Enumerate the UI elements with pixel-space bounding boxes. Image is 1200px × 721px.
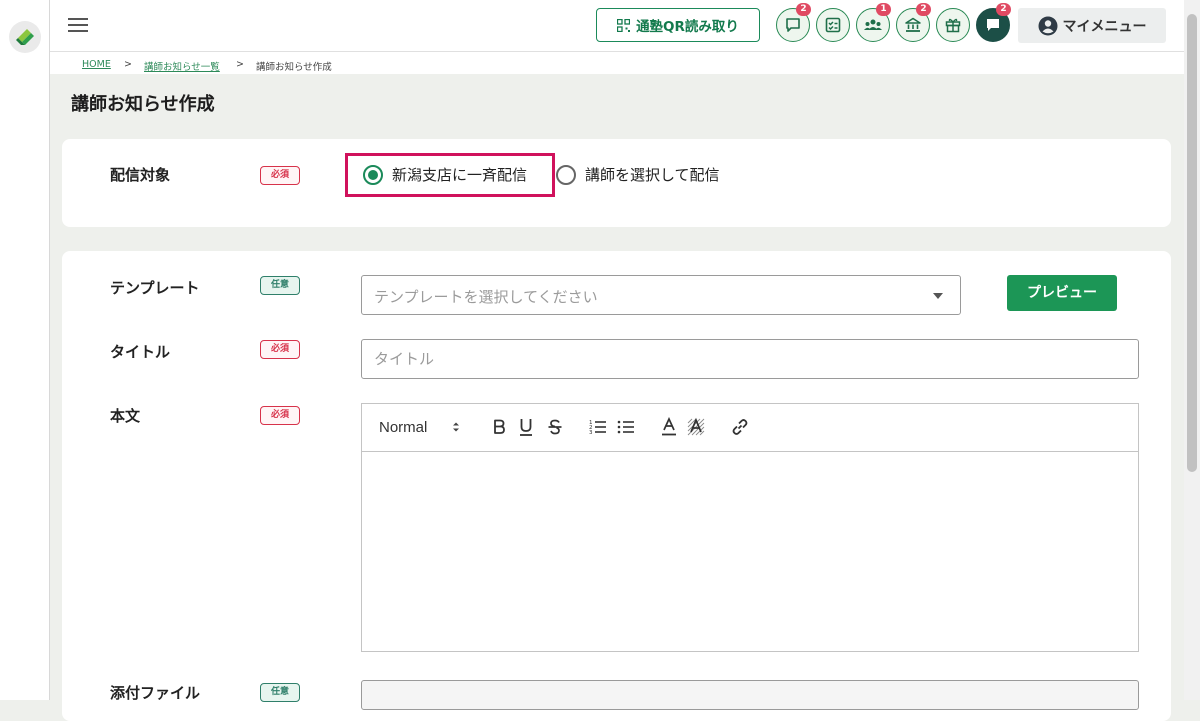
- format-select[interactable]: Normal: [379, 416, 469, 438]
- preview-button[interactable]: プレビュー: [1007, 275, 1117, 311]
- checklist-icon: [825, 17, 841, 33]
- highlight-color-button[interactable]: [685, 416, 707, 438]
- left-rail: [0, 0, 50, 700]
- chat-bubble-button[interactable]: 2: [776, 3, 811, 42]
- qr-scan-button[interactable]: 通塾QR読み取り: [596, 8, 760, 42]
- editor-body[interactable]: [362, 452, 1138, 651]
- message-icon: [987, 19, 999, 31]
- highlight-box: [345, 153, 555, 197]
- strikethrough-icon: [548, 419, 562, 435]
- up-down-arrows-icon: [453, 422, 459, 432]
- my-menu-label: マイメニュー: [1062, 18, 1147, 35]
- bold-icon: [494, 419, 505, 434]
- optional-tag: 任意: [260, 683, 300, 702]
- bullet-list-icon: [617, 420, 634, 434]
- chat-bubble-icon: [786, 18, 800, 32]
- highlight-color-icon: [687, 417, 705, 436]
- breadcrumb-current: 講師お知らせ作成: [256, 62, 332, 73]
- underline-button[interactable]: [515, 416, 537, 438]
- message-button[interactable]: 2: [976, 3, 1011, 42]
- top-bar: 通塾QR読み取り 2 1 2 2 マイメニュー: [50, 0, 1184, 52]
- account-circle-icon: [1038, 16, 1057, 35]
- bank-button[interactable]: 2: [896, 3, 931, 42]
- chat-badge: 2: [796, 3, 811, 16]
- underline-icon: [520, 419, 532, 436]
- link-button[interactable]: [729, 416, 751, 438]
- target-label: 配信対象: [110, 166, 171, 184]
- breadcrumb-separator: >: [124, 59, 132, 70]
- ordered-list-button[interactable]: 1 2 3: [587, 416, 609, 438]
- scrollbar-thumb[interactable]: [1187, 14, 1197, 472]
- checklist-button[interactable]: [816, 8, 850, 42]
- file-upload-field[interactable]: [361, 680, 1139, 710]
- bullet-list-button[interactable]: [615, 416, 637, 438]
- body-label: 本文: [110, 407, 141, 425]
- ordered-list-icon: 1 2 3: [589, 420, 606, 436]
- title-label: タイトル: [110, 343, 171, 361]
- svg-text:3: 3: [589, 430, 593, 436]
- link-icon: [732, 419, 748, 435]
- hamburger-menu-icon[interactable]: [68, 17, 88, 33]
- optional-tag: 任意: [260, 276, 300, 295]
- template-label: テンプレート: [110, 279, 200, 297]
- breadcrumb-home-link[interactable]: HOME: [82, 59, 111, 70]
- text-color-icon: [662, 417, 676, 436]
- required-tag: 必須: [260, 340, 300, 359]
- qr-scan-label: 通塾QR読み取り: [636, 19, 739, 35]
- breadcrumb: HOME > 講師お知らせ一覧 > 講師お知らせ作成: [50, 52, 1184, 74]
- bank-icon: [905, 17, 921, 32]
- editor-toolbar: Normal 1 2 3: [362, 404, 1138, 452]
- people-badge: 1: [876, 3, 891, 16]
- rich-text-editor: Normal 1 2 3: [361, 403, 1139, 652]
- radio-select-teachers[interactable]: 講師を選択して配信: [556, 164, 720, 185]
- template-placeholder: テンプレートを選択してください: [374, 288, 598, 306]
- required-tag: 必須: [260, 166, 300, 185]
- required-tag: 必須: [260, 406, 300, 425]
- gift-button[interactable]: [936, 8, 970, 42]
- radio-label: 講師を選択して配信: [585, 166, 720, 184]
- qr-code-icon: [617, 18, 631, 32]
- template-select[interactable]: テンプレートを選択してください: [361, 275, 961, 315]
- bold-button[interactable]: [488, 416, 510, 438]
- chevron-down-icon: [933, 293, 943, 299]
- app-logo-icon[interactable]: [9, 21, 41, 53]
- title-input[interactable]: [361, 339, 1139, 379]
- page-title: 講師お知らせ作成: [71, 94, 215, 115]
- message-badge: 2: [996, 3, 1011, 16]
- my-menu-button[interactable]: マイメニュー: [1018, 8, 1166, 43]
- people-button[interactable]: 1: [856, 3, 891, 42]
- format-select-value: Normal: [379, 418, 428, 436]
- radio-button-unchecked[interactable]: [556, 164, 576, 185]
- bank-badge: 2: [916, 3, 931, 16]
- people-icon: [864, 19, 882, 30]
- gift-icon: [945, 18, 961, 33]
- strikethrough-button[interactable]: [544, 416, 566, 438]
- breadcrumb-separator: >: [236, 59, 244, 70]
- breadcrumb-list-link[interactable]: 講師お知らせ一覧: [144, 59, 220, 73]
- text-color-button[interactable]: [658, 416, 680, 438]
